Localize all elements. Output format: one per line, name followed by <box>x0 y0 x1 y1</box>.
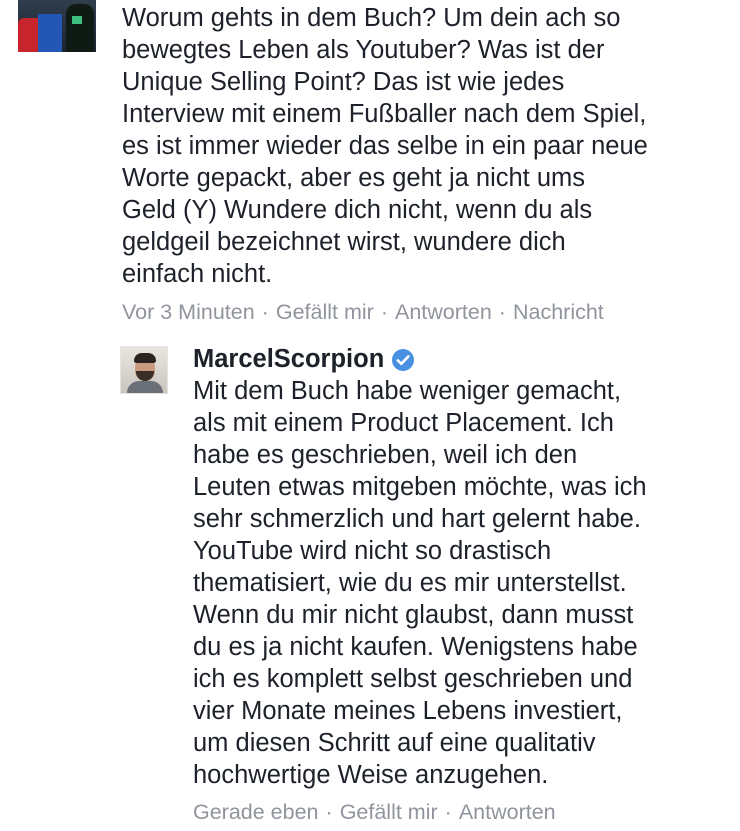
meta-separator: · <box>261 300 269 324</box>
reply-like-link[interactable]: Gefällt mir <box>340 800 438 824</box>
comment-text: Worum gehts in dem Buch? Um dein ach so … <box>122 4 648 288</box>
reply-reply-link[interactable]: Antworten <box>459 800 556 824</box>
meta-separator: · <box>380 300 388 324</box>
comment-meta: Vor 3 Minuten · Gefällt mir · Antworten · Nach… <box>122 297 604 327</box>
meta-separator: · <box>444 800 452 824</box>
meta-separator: · <box>498 300 506 324</box>
commenter-avatar[interactable] <box>18 0 96 52</box>
reply-author-avatar[interactable] <box>120 346 168 394</box>
reply-link[interactable]: Antworten <box>395 300 492 324</box>
reply-text: Mit dem Buch habe weniger gemacht, als m… <box>193 377 647 789</box>
meta-separator: · <box>325 800 333 824</box>
reply-meta: Gerade eben · Gefällt mir · Antworten <box>193 797 556 827</box>
reply-author-name[interactable]: MarcelScorpion <box>193 343 384 375</box>
like-link[interactable]: Gefällt mir <box>276 300 374 324</box>
comment-timestamp[interactable]: Vor 3 Minuten <box>122 300 255 324</box>
message-link[interactable]: Nachricht <box>513 300 604 324</box>
reply-timestamp[interactable]: Gerade eben <box>193 800 319 824</box>
reply-author: MarcelScorpion <box>193 343 415 375</box>
verified-badge-icon <box>391 348 415 372</box>
